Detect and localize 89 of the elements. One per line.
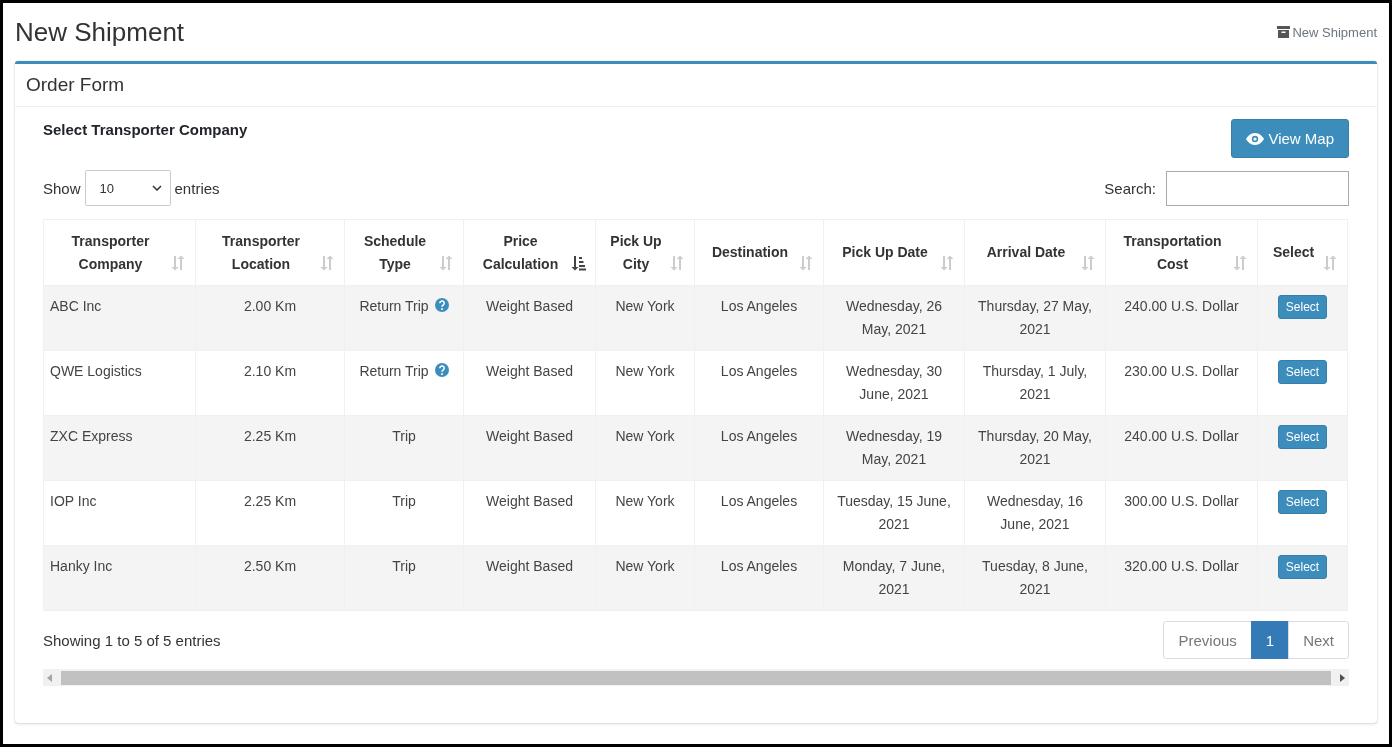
section-title: Select Transporter Company xyxy=(43,121,248,138)
table-cell: Trip xyxy=(392,493,416,509)
table-cell: 300.00 U.S. Dollar xyxy=(1124,493,1239,509)
table-cell: Weight Based xyxy=(486,493,573,509)
table-cell: Los Angeles xyxy=(720,363,798,379)
table-cell: Weight Based xyxy=(486,363,573,379)
table-cell: 2.50 Km xyxy=(243,558,297,574)
table-cell: Tuesday, 15 June, 2021 xyxy=(837,493,951,532)
sort-ascending-icon[interactable] xyxy=(570,255,586,271)
column-header[interactable]: Pick Up City xyxy=(595,219,695,286)
entries-dropdown[interactable]: 10 xyxy=(84,170,171,206)
column-header[interactable]: Price Calculation xyxy=(463,219,596,286)
table-cell: Tuesday, 8 June, 2021 xyxy=(982,558,1088,597)
table-cell: Thursday, 27 May, 2021 xyxy=(978,298,1092,337)
table-cell: Los Angeles xyxy=(720,298,798,314)
table-cell: New York xyxy=(615,493,675,509)
select-button[interactable]: Select xyxy=(1277,490,1328,514)
table-cell: 230.00 U.S. Dollar xyxy=(1124,363,1239,379)
scroll-right-icon[interactable] xyxy=(1339,673,1345,682)
card-title: Order Form xyxy=(26,74,126,96)
table-cell: ABC Inc xyxy=(50,298,102,314)
table-cell: 2.25 Km xyxy=(243,428,297,444)
table-cell: 2.25 Km xyxy=(243,493,297,509)
table-cell: 240.00 U.S. Dollar xyxy=(1124,428,1239,444)
eye-icon xyxy=(1246,132,1265,145)
table-cell: QWE Logistics xyxy=(50,363,142,379)
table-cell: ZXC Express xyxy=(50,428,133,444)
column-header[interactable]: Pick Up Date xyxy=(823,219,965,286)
table-cell: Los Angeles xyxy=(720,428,798,444)
view-map-button[interactable]: View Map xyxy=(1231,119,1349,158)
table-cell: 320.00 U.S. Dollar xyxy=(1124,558,1239,574)
column-header[interactable]: Transporter Company xyxy=(43,219,196,286)
table-info: Showing 1 to 5 of 5 entries xyxy=(43,631,221,649)
table-cell: Thursday, 20 May, 2021 xyxy=(978,428,1092,467)
table-cell: New York xyxy=(615,363,675,379)
page-title: New Shipment xyxy=(15,16,185,48)
sort-icon[interactable] xyxy=(1232,255,1248,271)
sort-icon[interactable] xyxy=(1080,255,1096,271)
select-button[interactable]: Select xyxy=(1277,295,1328,319)
table-cell: New York xyxy=(615,298,675,314)
table-cell: 2.10 Km xyxy=(243,363,297,379)
column-header[interactable]: Arrival Date xyxy=(964,219,1106,286)
table-cell: Los Angeles xyxy=(720,558,798,574)
table-cell: New York xyxy=(615,558,675,574)
table-cell: Hanky Inc xyxy=(50,558,113,574)
table-cell: Return Trip xyxy=(359,363,429,379)
table-cell: 240.00 U.S. Dollar xyxy=(1124,298,1239,314)
table-cell: Wednesday, 26 May, 2021 xyxy=(846,298,942,337)
sort-icon[interactable] xyxy=(319,255,335,271)
select-button[interactable]: Select xyxy=(1277,425,1328,449)
table-cell: Wednesday, 30 June, 2021 xyxy=(846,363,942,402)
show-label: Show xyxy=(43,179,81,197)
table-cell: New York xyxy=(615,428,675,444)
archive-box-icon xyxy=(1277,26,1291,38)
pagination-button[interactable]: Previous xyxy=(1163,621,1252,659)
select-button[interactable]: Select xyxy=(1277,555,1328,579)
search-field[interactable] xyxy=(1166,170,1349,206)
column-header[interactable]: Select xyxy=(1257,219,1348,286)
table-cell: Trip xyxy=(392,428,416,444)
table-cell: Wednesday, 19 May, 2021 xyxy=(846,428,942,467)
column-header[interactable]: Schedule Type xyxy=(344,219,464,286)
select-button[interactable]: Select xyxy=(1277,360,1328,384)
table-cell: Thursday, 1 July, 2021 xyxy=(982,363,1088,402)
pagination-button[interactable]: 1 xyxy=(1250,621,1290,659)
table-cell: Monday, 7 June, 2021 xyxy=(842,558,946,597)
sort-icon[interactable] xyxy=(939,255,955,271)
table-cell: Trip xyxy=(392,558,416,574)
column-header[interactable]: Transporter Location xyxy=(195,219,345,286)
entries-label: entries xyxy=(174,179,220,197)
table-cell: IOP Inc xyxy=(50,493,97,509)
table-cell: Weight Based xyxy=(486,298,573,314)
chevron-down-icon xyxy=(151,185,162,191)
sort-icon[interactable] xyxy=(669,255,685,271)
sort-icon[interactable] xyxy=(438,255,454,271)
search-label: Search: xyxy=(1104,179,1156,197)
scroll-left-icon[interactable] xyxy=(47,673,53,682)
sort-icon[interactable] xyxy=(170,255,186,271)
table-cell: Los Angeles xyxy=(720,493,798,509)
table-cell: 2.00 Km xyxy=(243,298,297,314)
sort-icon[interactable] xyxy=(1322,255,1338,271)
table-cell: Return Trip xyxy=(359,298,429,314)
column-header[interactable]: Transportation Cost xyxy=(1105,219,1258,286)
sort-icon[interactable] xyxy=(798,255,814,271)
table-cell: Wednesday, 16 June, 2021 xyxy=(987,493,1083,532)
table-cell: Weight Based xyxy=(486,558,573,574)
column-header[interactable]: Destination xyxy=(694,219,824,286)
pagination-button[interactable]: Next xyxy=(1288,621,1349,659)
breadcrumb-link[interactable]: New Shipment xyxy=(1277,24,1377,40)
table-cell: Weight Based xyxy=(486,428,573,444)
